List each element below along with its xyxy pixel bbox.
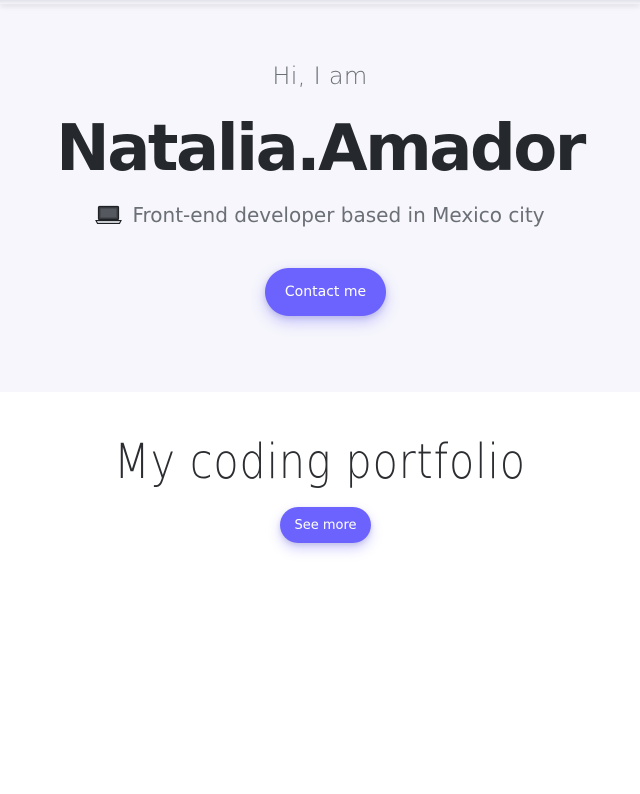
hero-section: Hi, I am Natalia.Amador Front-end develo…: [0, 0, 640, 392]
hero-tagline: Front-end developer based in Mexico city: [0, 203, 640, 227]
see-more-button[interactable]: See more: [280, 507, 371, 543]
portfolio-section: My coding portfolio See more: [0, 392, 640, 794]
contact-me-button[interactable]: Contact me: [265, 268, 386, 316]
hero-tagline-text: Front-end developer based in Mexico city: [132, 203, 545, 227]
top-bar: [0, 0, 640, 4]
hero-greeting: Hi, I am: [272, 62, 368, 90]
laptop-icon: [95, 205, 123, 225]
hero-name: Natalia.Amador: [56, 112, 586, 186]
portfolio-title: My coding portfolio: [114, 434, 526, 490]
